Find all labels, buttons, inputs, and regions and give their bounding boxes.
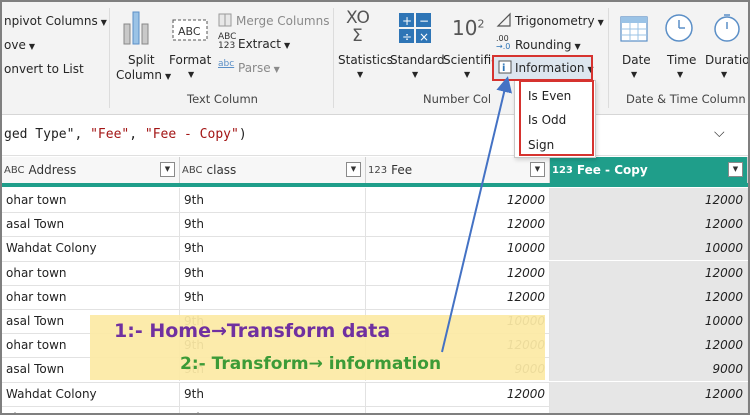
annotation-arrow [441,76,512,353]
app-window: npivot Columns ▼ ove ▼ onvert to List Spli… [0,0,750,415]
